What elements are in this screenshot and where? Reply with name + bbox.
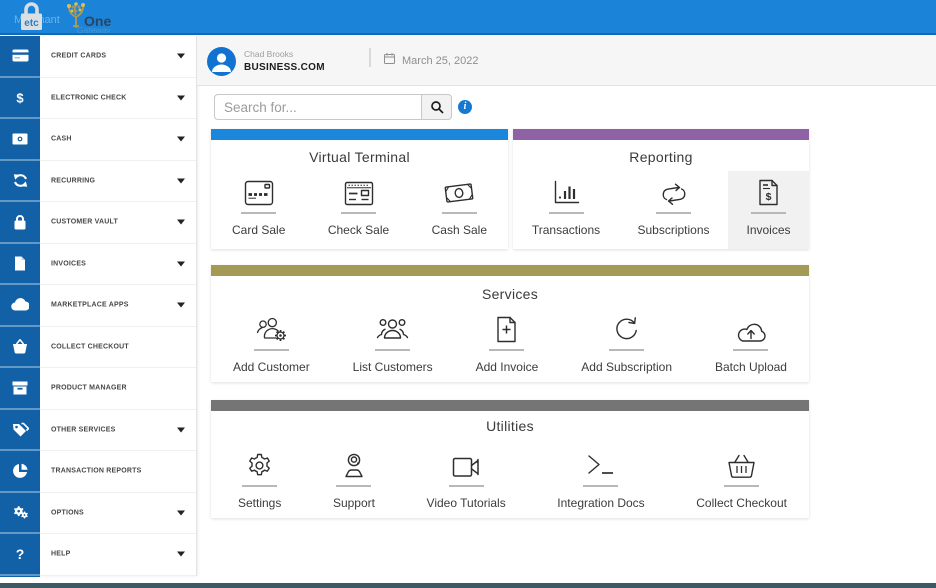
svg-text:$: $ — [16, 90, 24, 105]
svg-text:etc: etc — [24, 18, 39, 29]
svg-text:$: $ — [766, 191, 772, 203]
svg-text:?: ? — [16, 546, 25, 562]
